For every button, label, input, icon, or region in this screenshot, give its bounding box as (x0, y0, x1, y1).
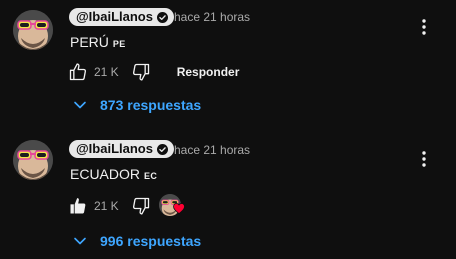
comment-thread-2: @IbaiLlanos hace 21 horas ECUADOR EC 21 K (0, 125, 456, 259)
heart-icon (172, 203, 185, 214)
comment-body: ECUADOR (70, 166, 141, 182)
thumbs-down-icon (132, 63, 149, 81)
country-code: EC (144, 171, 158, 181)
replies-count-label: 873 respuestas (100, 97, 202, 113)
thumbs-up-filled-icon (70, 198, 86, 214)
reply-button[interactable]: Responder (177, 65, 240, 79)
comment-actions: 21 K Responder (66, 60, 239, 84)
like-button[interactable] (66, 60, 90, 84)
more-actions-button[interactable] (414, 147, 434, 171)
author-name: @IbaiLlanos (76, 141, 153, 156)
verified-icon (156, 143, 168, 155)
comment-text: ECUADOR EC (70, 165, 157, 185)
verified-icon (156, 11, 168, 23)
view-replies-button[interactable]: 873 respuestas (72, 93, 201, 117)
country-code: PE (112, 39, 126, 49)
creator-heart[interactable] (158, 194, 185, 218)
chevron-down-icon (74, 101, 86, 109)
author-avatar[interactable] (13, 10, 53, 50)
more-vert-icon (422, 151, 426, 167)
author-name: @IbaiLlanos (76, 9, 153, 24)
more-actions-button[interactable] (414, 15, 434, 39)
replies-count-label: 996 respuestas (100, 233, 202, 249)
dislike-button[interactable] (129, 194, 153, 218)
like-count: 21 K (94, 65, 119, 79)
comment-timestamp[interactable]: hace 21 horas (174, 141, 250, 159)
comment-body: PERÚ (70, 34, 109, 50)
view-replies-button[interactable]: 996 respuestas (72, 229, 201, 253)
thumbs-up-icon (69, 63, 87, 81)
comment-timestamp[interactable]: hace 21 horas (174, 8, 250, 26)
author-name-chip[interactable]: @IbaiLlanos (69, 8, 174, 26)
chevron-down-icon (74, 237, 86, 245)
author-name-chip[interactable]: @IbaiLlanos (69, 140, 174, 158)
like-count: 21 K (94, 199, 119, 213)
dislike-button[interactable] (129, 60, 153, 84)
like-button[interactable] (66, 194, 90, 218)
author-avatar[interactable] (13, 140, 53, 180)
comment-actions: 21 K (66, 194, 185, 218)
thumbs-down-icon (132, 197, 149, 215)
more-vert-icon (422, 19, 426, 35)
comment-thread-1: @IbaiLlanos hace 21 horas PERÚ PE 21 K R… (0, 0, 456, 125)
comment-text: PERÚ PE (70, 33, 126, 53)
